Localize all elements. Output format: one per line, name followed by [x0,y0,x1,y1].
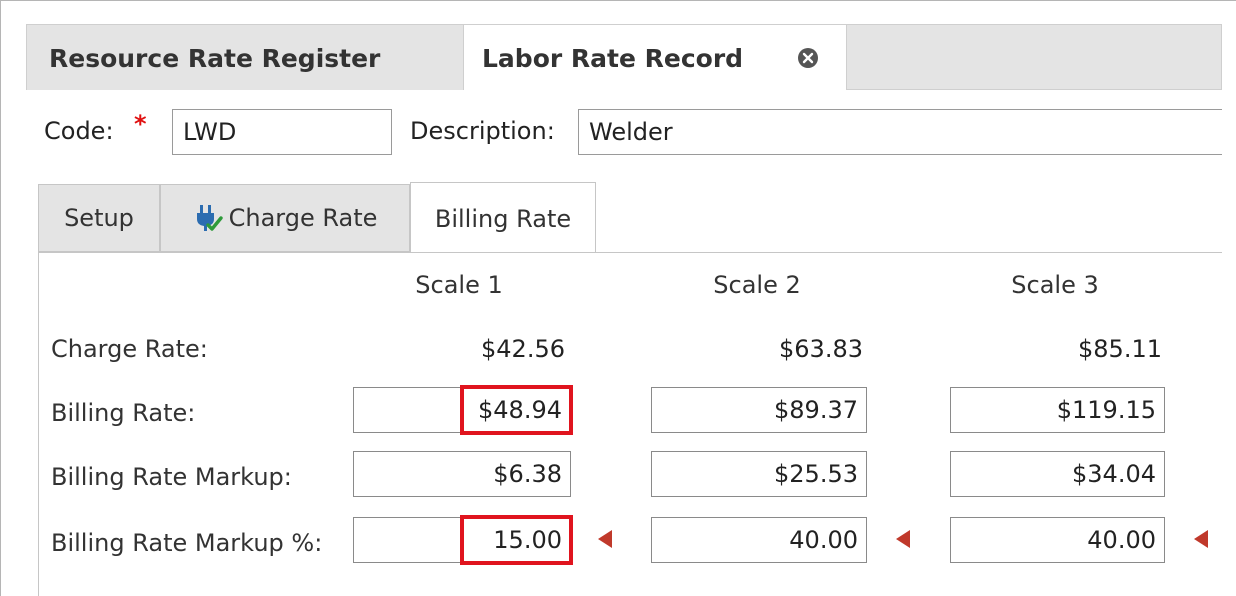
billing-rate-markup-scale-2-input[interactable]: $25.53 [651,451,867,497]
labor-rate-record-form: Code: * LWD Description: Welder Setup Ch… [26,90,1222,596]
billing-rate-markup-pct-scale-2-input[interactable]: 40.00 [651,517,867,563]
billing-rate-markup-pct-scale-1-input[interactable]: 15.00 [353,517,571,563]
column-header-scale-3: Scale 3 [1011,271,1099,299]
column-header-scale-2: Scale 2 [713,271,801,299]
charge-rate-scale-1: $42.56 [481,335,565,363]
billing-rate-markup-scale-1-input[interactable]: $6.38 [353,451,571,497]
description-label: Description: [410,117,555,145]
recalc-arrow-icon[interactable] [598,530,612,548]
tab-label: Resource Rate Register [49,43,381,73]
billing-rate-label: Billing Rate: [51,399,196,427]
description-field[interactable]: Welder [578,109,1222,155]
tab-billing-rate[interactable]: Billing Rate [410,182,596,254]
billing-rate-scale-3-input[interactable]: $119.15 [950,387,1165,433]
billing-rate-markup-scale-3-input[interactable]: $34.04 [950,451,1165,497]
document-tab-strip: Resource Rate Register Labor Rate Record [26,24,1222,92]
billing-rate-panel: Scale 1 Scale 2 Scale 3 Charge Rate: $42… [38,252,1222,596]
tab-label: Setup [64,204,134,232]
code-field[interactable]: LWD [172,109,392,155]
tab-labor-rate-record[interactable]: Labor Rate Record [463,25,847,92]
tab-charge-rate[interactable]: Charge Rate [160,184,410,252]
required-marker: * [134,110,147,138]
close-icon[interactable] [798,48,818,68]
recalc-arrow-icon[interactable] [896,530,910,548]
column-header-scale-1: Scale 1 [415,271,503,299]
charge-rate-scale-2: $63.83 [779,335,863,363]
billing-rate-markup-pct-scale-3-input[interactable]: 40.00 [950,517,1165,563]
plug-check-icon [193,203,223,233]
tab-label: Charge Rate [228,204,378,232]
billing-rate-scale-2-input[interactable]: $89.37 [651,387,867,433]
charge-rate-label: Charge Rate: [51,335,208,363]
code-label: Code: [44,117,114,145]
billing-rate-markup-pct-label: Billing Rate Markup %: [51,529,323,557]
tab-resource-rate-register[interactable]: Resource Rate Register [27,25,463,91]
billing-rate-markup-label: Billing Rate Markup: [51,463,292,491]
billing-rate-scale-1-input[interactable]: $48.94 [353,387,571,433]
charge-rate-scale-3: $85.11 [1078,335,1162,363]
tab-label: Labor Rate Record [482,44,744,73]
recalc-arrow-icon[interactable] [1194,530,1208,548]
tab-label: Billing Rate [434,204,572,233]
record-subtabs: Setup Charge Rate Billing Rate [38,182,1222,254]
tab-setup[interactable]: Setup [38,184,160,252]
